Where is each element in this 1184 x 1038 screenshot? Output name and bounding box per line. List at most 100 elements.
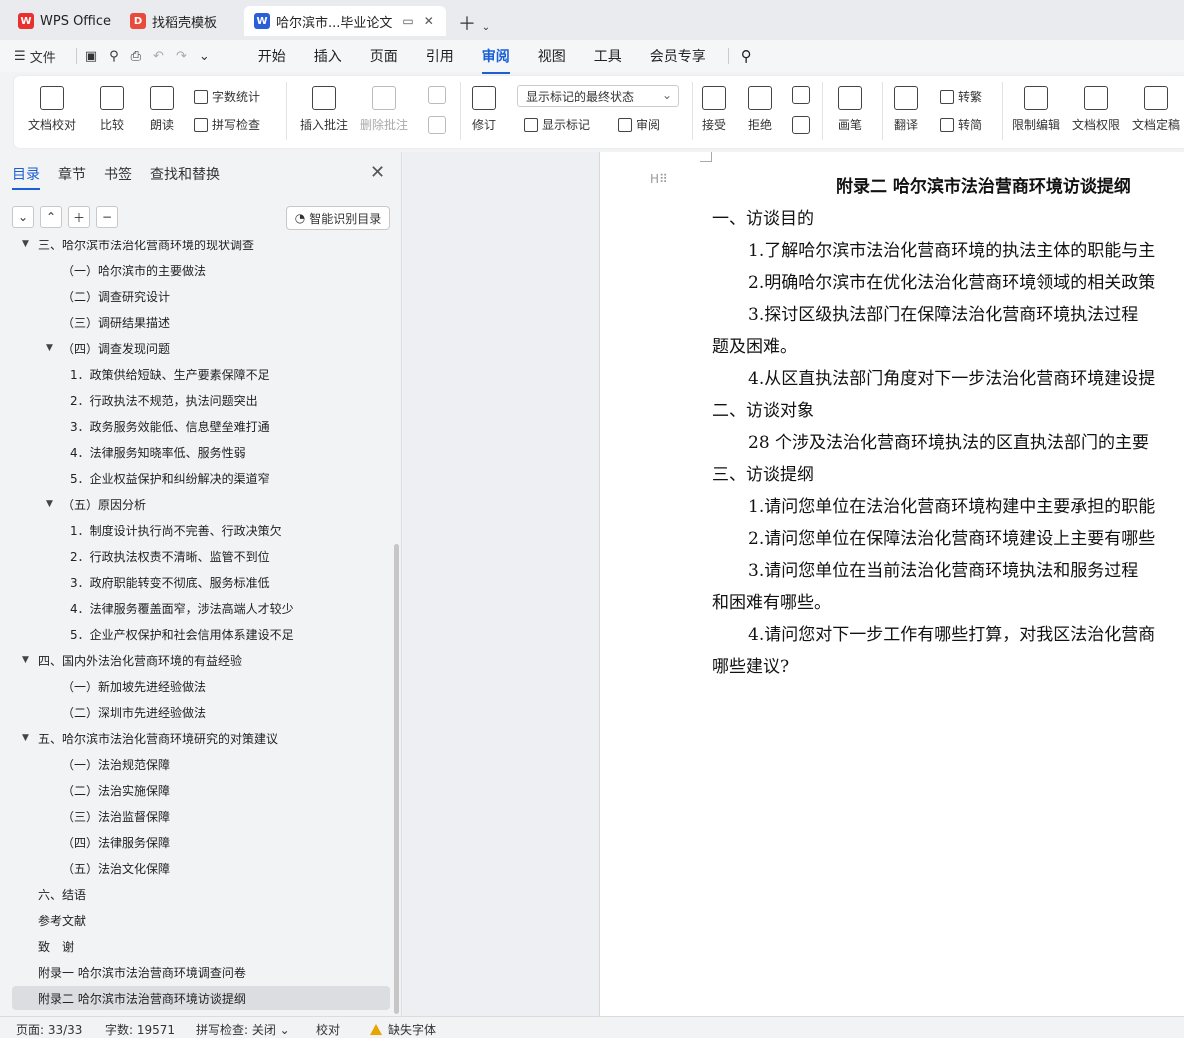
toc-item[interactable]: 1．政策供给短缺、生产要素保障不足 (12, 362, 390, 386)
chevron-down-icon[interactable]: ⌄ (482, 22, 490, 33)
tab-find-replace[interactable]: 查找和替换 (150, 164, 220, 184)
accept-button[interactable]: 接受 (702, 86, 726, 133)
read-aloud-button[interactable]: 朗读 (150, 86, 174, 133)
toc-item[interactable]: 4．法律服务知晓率低、服务性弱 (12, 440, 390, 464)
tab-bookmarks[interactable]: 书签 (104, 164, 132, 184)
menu-home[interactable]: 开始 (258, 42, 286, 70)
menu-references[interactable]: 引用 (426, 42, 454, 70)
menu-tools[interactable]: 工具 (594, 42, 622, 70)
revise-button[interactable]: 修订 (472, 86, 496, 133)
menu-insert[interactable]: 插入 (314, 42, 342, 70)
toc-item[interactable]: 附录一 哈尔滨市法治营商环境调查问卷 (12, 960, 390, 984)
insert-comment-button[interactable]: 插入批注 (300, 86, 348, 133)
spell-check-status[interactable]: 拼写检查: 关闭 ⌄ (196, 1021, 290, 1038)
document-page[interactable]: H⠿ 附录二 哈尔滨市法治营商环境访谈提纲 一、访谈目的 1.了解哈尔滨市法治化营商… (599, 152, 1184, 1016)
expand-arrow-icon[interactable]: ▼ (22, 733, 29, 743)
new-tab-button[interactable]: ＋ ⌄ (458, 10, 490, 36)
undo-icon[interactable]: ↶ (153, 49, 164, 64)
toc-item[interactable]: ▼ 五、哈尔滨市法治化营商环境研究的对策建议 (12, 726, 390, 750)
window-restore-icon[interactable]: ▭ (402, 14, 413, 28)
page-indicator[interactable]: 页面: 33/33 (16, 1021, 82, 1038)
toc-item[interactable]: 六、结语 (12, 882, 390, 906)
toc-item[interactable]: ▼ 四、国内外法治化营商环境的有益经验 (12, 648, 390, 672)
expand-up-button[interactable]: ⌃ (40, 206, 62, 228)
proof-status[interactable]: 校对 (316, 1021, 340, 1038)
close-icon[interactable]: ✕ (370, 162, 385, 183)
delete-comment-button[interactable]: 删除批注 (360, 86, 408, 133)
doc-finalize-button[interactable]: 文档定稿 (1132, 86, 1180, 133)
toc-item[interactable]: ▼ （五）原因分析 (12, 492, 390, 516)
toc-item[interactable]: 2．行政执法权责不清晰、监管不到位 (12, 544, 390, 568)
expand-arrow-icon[interactable]: ▼ (46, 343, 53, 353)
toc-item[interactable]: 5．企业产权保护和社会信用体系建设不足 (12, 622, 390, 646)
toc-item[interactable]: 附录二 哈尔滨市法治营商环境访谈提纲 (12, 986, 390, 1010)
smart-toc-button[interactable]: ◔ 智能识别目录 (286, 206, 390, 230)
close-icon[interactable]: ✕ (424, 14, 434, 28)
toc-item[interactable]: （三）法治监督保障 (12, 804, 390, 828)
menu-view[interactable]: 视图 (538, 42, 566, 70)
toc-item[interactable]: 2．行政执法不规范，执法问题突出 (12, 388, 390, 412)
menu-membership[interactable]: 会员专享 (650, 42, 706, 70)
menu-review[interactable]: 审阅 (481, 42, 510, 74)
collapse-all-button[interactable]: ⌄ (12, 206, 34, 228)
reject-button[interactable]: 拒绝 (748, 86, 772, 133)
toc-item[interactable]: （四）法律服务保障 (12, 830, 390, 854)
toc-item[interactable]: （五）法治文化保障 (12, 856, 390, 880)
link-icon[interactable]: ⚲ (109, 49, 119, 64)
restrict-edit-button[interactable]: 限制编辑 (1012, 86, 1060, 133)
search-icon[interactable]: ⚲ (741, 47, 752, 65)
pen-button[interactable]: 画笔 (838, 86, 862, 133)
toc-item[interactable]: ▼ 三、哈尔滨市法治化营商环境的现状调查 (12, 240, 390, 256)
next-change-button[interactable] (792, 116, 810, 140)
file-menu[interactable]: ☰ 文件 (14, 47, 56, 66)
more-chevron-icon[interactable]: ⌄ (199, 49, 210, 64)
remove-heading-button[interactable]: − (96, 206, 118, 228)
toc-item[interactable]: （一）新加坡先进经验做法 (12, 674, 390, 698)
tab-docer-templates[interactable]: D 找稻壳模板 (120, 6, 227, 36)
tab-sections[interactable]: 章节 (58, 164, 86, 184)
toc-item[interactable]: （二）调查研究设计 (12, 284, 390, 308)
show-markup-button[interactable]: 显示标记 (524, 116, 590, 133)
spell-check-button[interactable]: 拼写检查 (194, 116, 260, 133)
to-simplified-button[interactable]: 转简 (940, 116, 982, 133)
toc-item[interactable]: （三）调研结果描述 (12, 310, 390, 334)
toc-item[interactable]: 4．法律服务覆盖面窄，涉法高端人才较少 (12, 596, 390, 620)
toc-item[interactable]: 3．政府职能转变不彻底、服务标准低 (12, 570, 390, 594)
tab-wps-office[interactable]: W WPS Office (8, 6, 121, 36)
markup-state-dropdown[interactable]: 显示标记的最终状态 ⌄ (517, 85, 679, 107)
toc-item[interactable]: 参考文献 (12, 908, 390, 932)
toc-item[interactable]: （二）深圳市先进经验做法 (12, 700, 390, 724)
to-traditional-button[interactable]: 转繁 (940, 88, 982, 105)
save-icon[interactable]: ▣ (85, 49, 97, 64)
toc-item[interactable]: ▼ （四）调查发现问题 (12, 336, 390, 360)
panel-scrollbar[interactable] (394, 544, 399, 1014)
review-pane-button[interactable]: 审阅 (618, 116, 660, 133)
translate-button[interactable]: 翻译 (894, 86, 918, 133)
doc-check-button[interactable]: 文档校对 (28, 86, 76, 133)
missing-font-status[interactable]: 缺失字体 (370, 1021, 436, 1038)
toc-item[interactable]: （二）法治实施保障 (12, 778, 390, 802)
previous-change-button[interactable] (792, 86, 810, 110)
toc-item[interactable]: （一）法治规范保障 (12, 752, 390, 776)
toc-item[interactable]: 1．制度设计执行尚不完善、行政决策欠 (12, 518, 390, 542)
word-count-button[interactable]: 字数统计 (194, 88, 260, 105)
expand-arrow-icon[interactable]: ▼ (22, 655, 29, 665)
add-heading-button[interactable]: ＋ (68, 206, 90, 228)
expand-arrow-icon[interactable]: ▼ (22, 240, 29, 249)
previous-comment-button[interactable] (428, 86, 446, 110)
expand-arrow-icon[interactable]: ▼ (46, 499, 53, 509)
word-count-indicator[interactable]: 字数: 19571 (105, 1021, 175, 1038)
toc-item[interactable]: 3．政务服务效能低、信息壁垒难打通 (12, 414, 390, 438)
doc-permission-button[interactable]: 文档权限 (1072, 86, 1120, 133)
tab-current-document[interactable]: W 哈尔滨市...毕业论文 ▭ ✕ (244, 6, 446, 36)
toc-item[interactable]: （一）哈尔滨市的主要做法 (12, 258, 390, 282)
menu-page[interactable]: 页面 (370, 42, 398, 70)
tab-toc[interactable]: 目录 (12, 164, 40, 190)
toc-item[interactable]: 5．企业权益保护和纠纷解决的渠道窄 (12, 466, 390, 490)
toc-item[interactable]: 致 谢 (12, 934, 390, 958)
redo-icon[interactable]: ↷ (176, 49, 187, 64)
heading-style-icon[interactable]: H⠿ (650, 172, 668, 186)
print-preview-icon[interactable]: ⎙ (131, 49, 141, 64)
next-comment-button[interactable] (428, 116, 446, 140)
compare-button[interactable]: 比较 (100, 86, 124, 133)
